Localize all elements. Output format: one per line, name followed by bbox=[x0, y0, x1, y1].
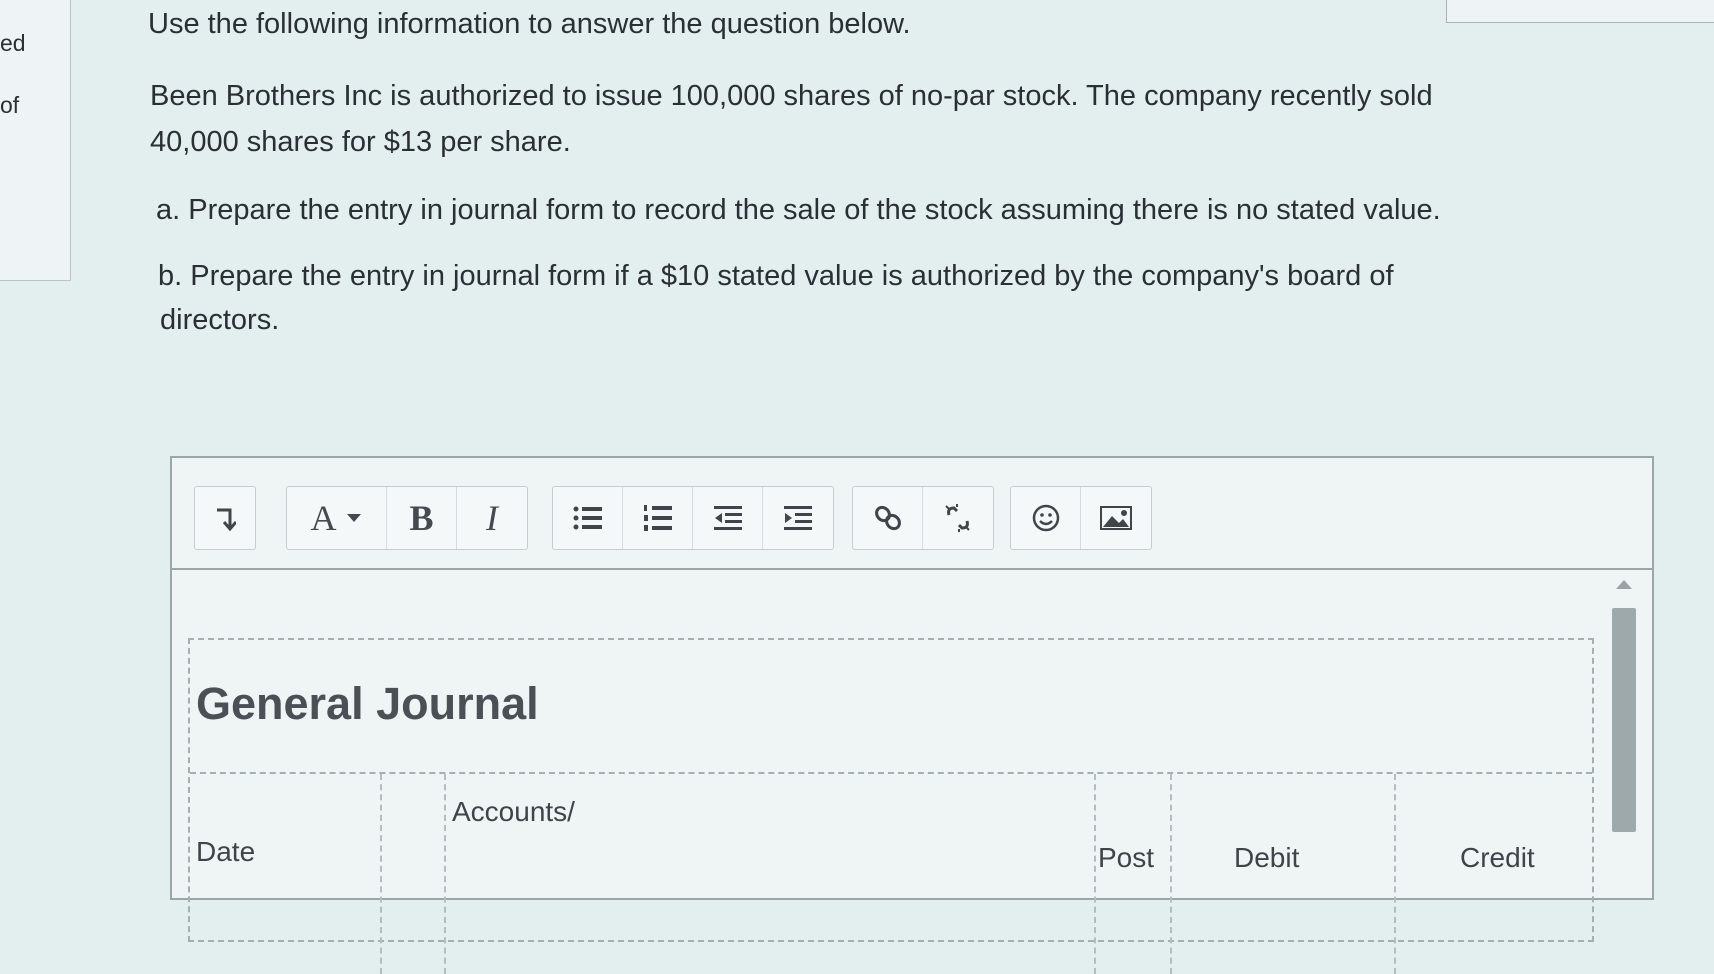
indent-icon[interactable] bbox=[763, 487, 833, 549]
scrollbar-thumb[interactable] bbox=[1612, 608, 1636, 832]
answer-editor[interactable]: A B I General Journal Date Accounts/ Pos… bbox=[170, 456, 1654, 974]
credit-column-header: Credit bbox=[1460, 842, 1535, 873]
date-column-header: Date bbox=[196, 836, 256, 867]
general-journal-table: General Journal Date Accounts/ Post Debi… bbox=[188, 638, 1594, 974]
question-paragraph-line: Been Brothers Inc is authorized to issue… bbox=[150, 80, 1433, 112]
column-divider bbox=[1094, 774, 1096, 974]
column-divider bbox=[444, 774, 446, 974]
question-part-b-line: b. Prepare the entry in journal form if … bbox=[158, 260, 1394, 292]
link-icon[interactable] bbox=[853, 487, 923, 549]
journal-divider bbox=[190, 772, 1592, 774]
toolbar-group-format bbox=[194, 486, 256, 550]
font-size-label: A bbox=[310, 498, 337, 538]
question-paragraph-line: 40,000 shares for $13 per share. bbox=[150, 126, 571, 158]
column-divider bbox=[1170, 774, 1172, 974]
column-divider bbox=[1394, 774, 1396, 974]
question-intro: Use the following information to answer … bbox=[148, 8, 911, 40]
toolbar-group-text: A B I bbox=[286, 486, 528, 550]
font-size-button[interactable]: A bbox=[287, 487, 387, 549]
debit-column-header: Debit bbox=[1234, 842, 1300, 873]
question-part-b-line: directors. bbox=[160, 304, 280, 336]
numbered-list-icon[interactable] bbox=[623, 487, 693, 549]
question-part-a: a. Prepare the entry in journal form to … bbox=[156, 194, 1441, 226]
sidebar-text-fragment: ed bbox=[0, 30, 26, 56]
scroll-up-arrow-icon[interactable] bbox=[1616, 580, 1632, 589]
toolbar-group-insert bbox=[1010, 486, 1152, 550]
editor-toolbar: A B I bbox=[172, 458, 1652, 570]
post-column-header: Post bbox=[1098, 842, 1155, 873]
left-sidebar-panel: ed of bbox=[0, 0, 71, 281]
accounts-column-header: Accounts/ bbox=[452, 796, 575, 827]
toolbar-group-lists bbox=[552, 486, 834, 550]
outdent-icon[interactable] bbox=[693, 487, 763, 549]
column-divider bbox=[380, 774, 382, 974]
editor-content-area[interactable]: General Journal Date Accounts/ Post Debi… bbox=[172, 570, 1652, 974]
italic-button[interactable]: I bbox=[457, 487, 527, 549]
bold-button[interactable]: B bbox=[387, 487, 457, 549]
journal-title: General Journal bbox=[196, 678, 539, 729]
editor-scrollbar[interactable] bbox=[1610, 578, 1638, 900]
top-right-panel bbox=[1446, 0, 1714, 23]
image-icon[interactable] bbox=[1081, 487, 1151, 549]
bulleted-list-icon[interactable] bbox=[553, 487, 623, 549]
paragraph-format-icon[interactable] bbox=[195, 487, 255, 549]
toolbar-group-links bbox=[852, 486, 994, 550]
chevron-down-icon bbox=[346, 514, 361, 522]
emoji-icon[interactable] bbox=[1011, 487, 1081, 549]
sidebar-text-fragment: of bbox=[0, 92, 20, 118]
unlink-icon[interactable] bbox=[923, 487, 993, 549]
